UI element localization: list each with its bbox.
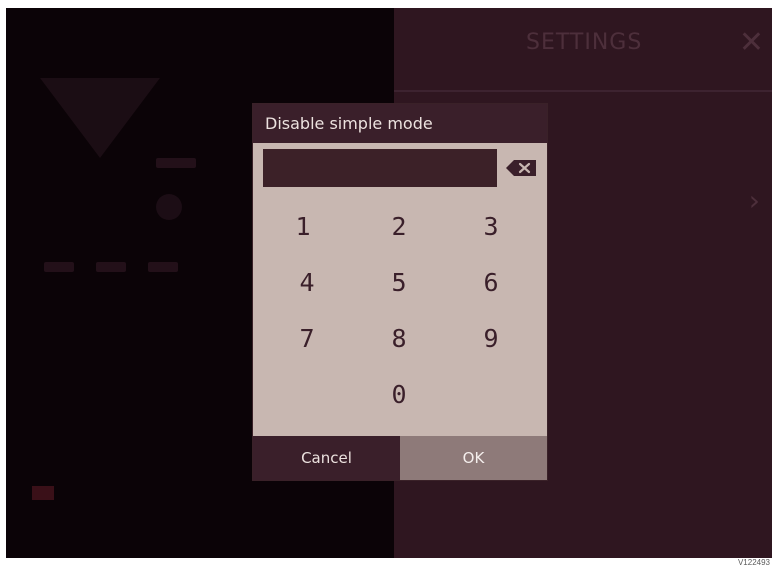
backspace-icon — [506, 160, 536, 176]
ok-button[interactable]: OK — [400, 436, 547, 480]
function-icon — [148, 262, 178, 272]
keypad-key-8[interactable]: 8 — [371, 318, 427, 358]
keypad-key-1[interactable]: 1 — [275, 206, 331, 246]
keypad-key-7[interactable]: 7 — [279, 318, 335, 358]
keypad-key-4[interactable]: 4 — [279, 262, 335, 302]
indicator-icon — [156, 194, 182, 220]
hopper-graphic — [40, 78, 160, 158]
disable-simple-mode-dialog: Disable simple mode 1 2 3 4 5 6 7 8 9 0 … — [253, 104, 547, 480]
status-icon — [156, 158, 196, 168]
keypad-key-3[interactable]: 3 — [463, 206, 519, 246]
flag-icon — [32, 486, 54, 500]
chevron-right-icon[interactable]: › — [749, 184, 760, 217]
close-icon[interactable]: ✕ — [739, 28, 764, 58]
figure-id-label: V122493 — [737, 558, 770, 567]
settings-title: SETTINGS — [526, 30, 643, 55]
settings-header: SETTINGS ✕ — [394, 8, 772, 92]
dialog-title: Disable simple mode — [265, 114, 433, 133]
cancel-button[interactable]: Cancel — [253, 436, 400, 480]
dialog-footer: Cancel OK — [253, 436, 547, 480]
device-screen: SETTINGS ✕ › Disable simple mode 1 2 3 4… — [6, 8, 772, 558]
pin-input[interactable] — [263, 149, 497, 187]
keypad-key-9[interactable]: 9 — [463, 318, 519, 358]
keypad-key-2[interactable]: 2 — [371, 206, 427, 246]
backspace-button[interactable] — [505, 159, 537, 177]
function-icon — [44, 262, 74, 272]
function-icon — [96, 262, 126, 272]
dialog-header: Disable simple mode — [253, 104, 547, 143]
keypad-key-0[interactable]: 0 — [371, 374, 427, 414]
keypad-key-6[interactable]: 6 — [463, 262, 519, 302]
keypad-key-5[interactable]: 5 — [371, 262, 427, 302]
